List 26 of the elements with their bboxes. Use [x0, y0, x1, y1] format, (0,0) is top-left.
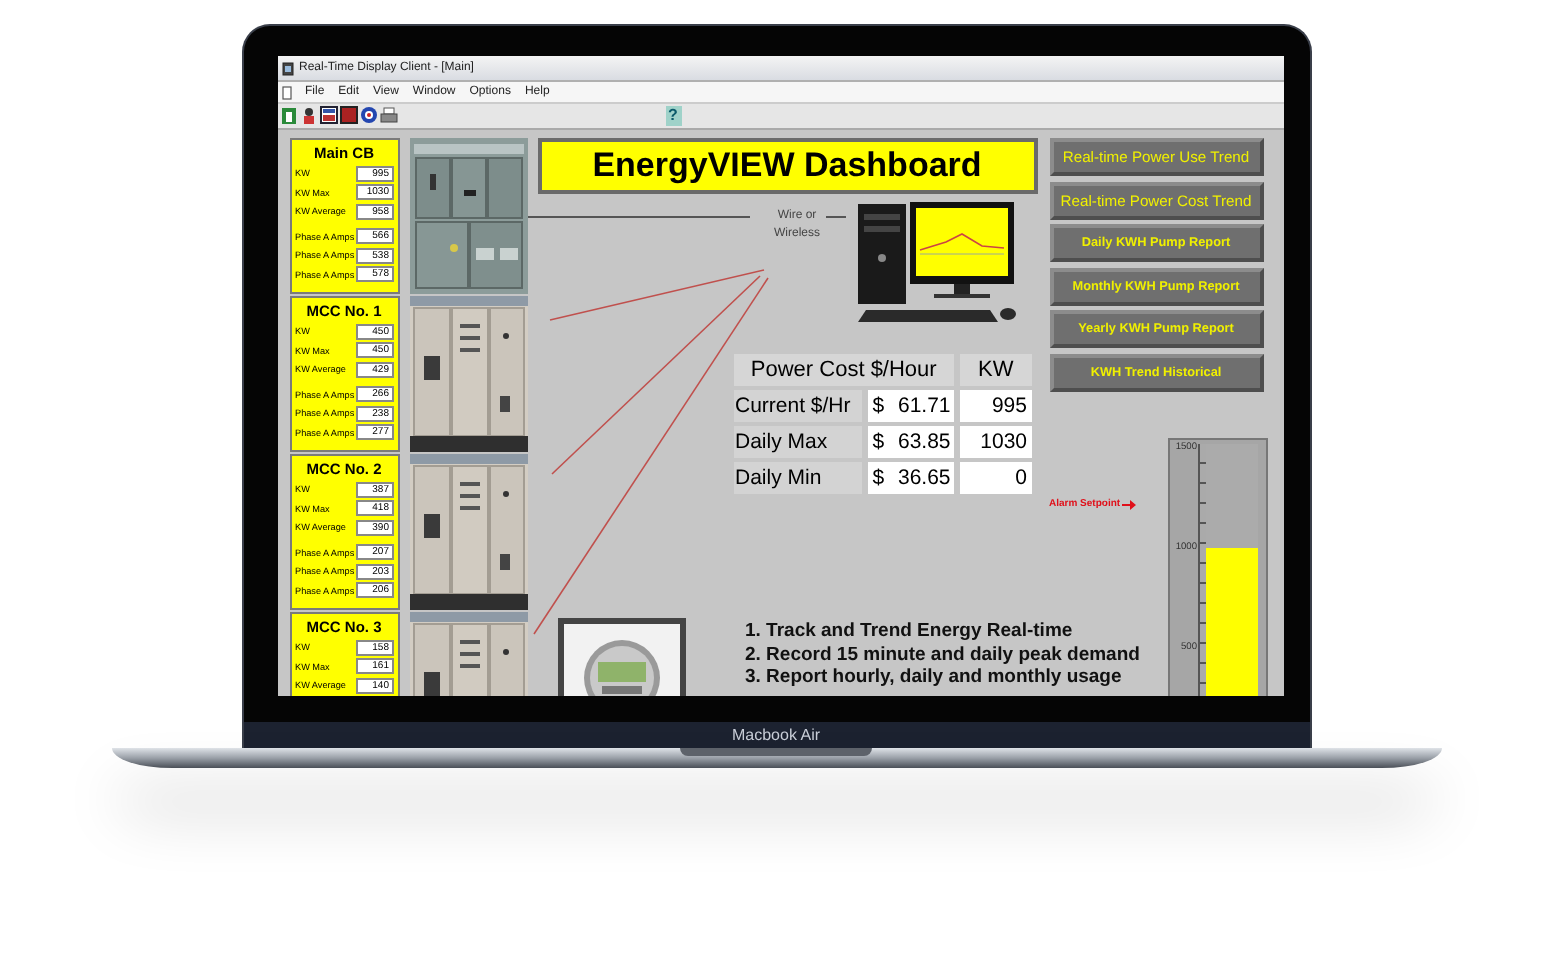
printer-icon[interactable]	[379, 106, 397, 126]
row-label: Current $/Hr	[733, 390, 863, 422]
user-icon[interactable]	[299, 106, 317, 126]
cost-value: 63.85	[897, 430, 951, 454]
device-label: Macbook Air	[731, 726, 821, 744]
cost-value: 61.71	[897, 394, 951, 418]
dashboard-title: EnergyVIEW Dashboard	[537, 138, 1037, 194]
app-icon	[281, 61, 293, 75]
feature-text: 2. Record 15 minute and daily peak demand	[745, 643, 1140, 666]
column-header: Power Cost $/Hour	[733, 354, 955, 386]
arrow-icon	[1122, 499, 1137, 509]
row-label: Daily Min	[733, 462, 863, 494]
cost-value: 36.65	[897, 466, 951, 490]
row-label: Daily Max	[733, 426, 863, 458]
table-cell: 1030	[960, 426, 1031, 458]
grid-icon[interactable]	[319, 106, 337, 126]
column-header: KW	[960, 354, 1031, 386]
feature-text: 3. Report hourly, daily and monthly usage	[745, 666, 1124, 689]
target-icon[interactable]	[359, 106, 377, 126]
currency-sign: $	[872, 430, 885, 454]
currency-sign: $	[872, 394, 885, 418]
help-button[interactable]: ?	[665, 106, 681, 126]
currency-sign: $	[872, 466, 885, 490]
table-cell: 995	[960, 390, 1031, 422]
feature-text: 1. Track and Trend Energy Real-time	[745, 620, 1075, 643]
table-cell: 0	[960, 462, 1031, 494]
